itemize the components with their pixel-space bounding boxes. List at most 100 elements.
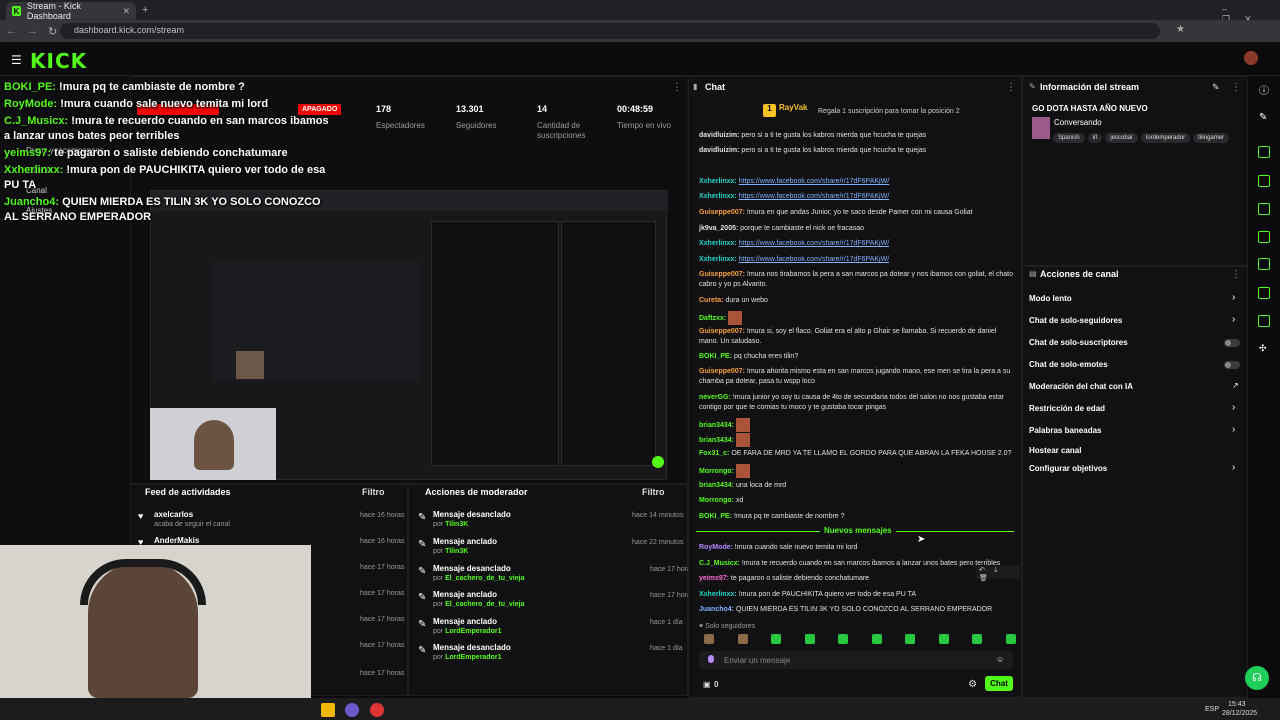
chat-username[interactable]: davidluizim: bbox=[699, 147, 739, 154]
emote-icon[interactable] bbox=[771, 634, 781, 644]
chat-username[interactable]: Xxherlinxx: bbox=[699, 178, 737, 185]
chat-username[interactable]: davidluizim: bbox=[699, 132, 739, 139]
mod-username[interactable]: El_cachero_de_tu_vieja bbox=[445, 601, 524, 608]
chat-message-new[interactable]: Xxherlinxx: !mura pon de PAUCHIKITA quie… bbox=[699, 590, 1014, 600]
chat-username[interactable]: neverGG: bbox=[699, 394, 731, 401]
smiley-icon[interactable]: ☺ bbox=[996, 655, 1004, 664]
emote-icon[interactable] bbox=[804, 634, 815, 644]
chat-username[interactable]: Daftzxx: bbox=[699, 315, 726, 322]
gift-prompt[interactable]: Regala 1 suscripción para tomar la posic… bbox=[818, 108, 960, 115]
chat-message[interactable]: Fox31_c: OE FARA DE MRD YA TE LLAMO EL G… bbox=[699, 449, 1014, 459]
chat-message[interactable]: Xxherlinxx: https://www.facebook.com/sha… bbox=[699, 255, 1014, 265]
chat-username[interactable]: Morrongo: bbox=[699, 468, 734, 475]
forward-icon[interactable]: → bbox=[27, 25, 38, 37]
chat-username[interactable]: C.J_Musicx: bbox=[699, 560, 740, 567]
emote-icon[interactable] bbox=[972, 634, 982, 644]
chat-username[interactable]: brian3434: bbox=[699, 437, 734, 444]
channel-action-item[interactable]: Palabras baneadas bbox=[1029, 426, 1101, 435]
back-icon[interactable]: ← bbox=[6, 25, 17, 37]
mod-filter-button[interactable]: Filtro bbox=[642, 487, 665, 497]
chat-username[interactable]: Guiseppe007: bbox=[699, 209, 745, 216]
chat-username[interactable]: Xxherlinxx: bbox=[699, 591, 737, 598]
stream-tag[interactable]: lordemperador bbox=[1141, 133, 1191, 143]
stream-tag[interactable]: irl bbox=[1087, 133, 1103, 143]
new-tab-icon[interactable]: + bbox=[142, 4, 148, 16]
chat-message[interactable]: Guiseppe007: !mura ahorita mismo esta en… bbox=[699, 367, 1014, 387]
chat-message[interactable]: brian3434: una loca de mrd bbox=[699, 481, 1014, 491]
emote-icon[interactable] bbox=[1005, 634, 1016, 644]
channel-action-item[interactable]: Configurar objetivos bbox=[1029, 464, 1107, 473]
channel-action-item[interactable]: Hostear canal bbox=[1029, 446, 1081, 455]
chat-username[interactable]: Xxherlinxx: bbox=[699, 240, 737, 247]
chat-message[interactable]: BOKI_PE: pq chucha eres tilin? bbox=[699, 352, 1014, 362]
emote-icon[interactable] bbox=[838, 634, 848, 644]
channel-action-item[interactable]: Moderación del chat con IA bbox=[1029, 382, 1133, 391]
chat-message[interactable]: Morrongo: xd bbox=[699, 496, 1014, 506]
channel-actions-options-icon[interactable]: ⋮ bbox=[1231, 269, 1241, 280]
hamburger-menu-icon[interactable]: ☰ bbox=[11, 53, 22, 67]
avatar[interactable] bbox=[1244, 51, 1258, 65]
chat-link[interactable]: https://www.facebook.com/share/r/17dF6PA… bbox=[739, 178, 889, 185]
chat-message-new[interactable]: C.J_Musicx: !mura te recuerdo cuando en … bbox=[699, 559, 1014, 569]
obs-icon[interactable] bbox=[370, 703, 384, 717]
bookmark-star-icon[interactable]: ★ bbox=[1176, 24, 1185, 35]
chat-message-new[interactable]: Juancho4: QUIEN MIERDA ES TILIN 3K YO SO… bbox=[699, 605, 1014, 615]
emote-icon[interactable] bbox=[871, 634, 882, 644]
chevron-right-icon[interactable]: › bbox=[1232, 462, 1235, 473]
feed-username[interactable]: AnderMakis bbox=[154, 536, 199, 545]
chat-message[interactable]: Morrongo: bbox=[699, 464, 1014, 478]
mod-username[interactable]: LordEmperador1 bbox=[445, 628, 501, 635]
screen-icon[interactable] bbox=[1258, 146, 1270, 158]
chat-message[interactable]: davidluizim: pero si a ti te gusta los k… bbox=[699, 146, 1014, 156]
emote-icon[interactable] bbox=[737, 634, 748, 644]
chat-username[interactable]: Guiseppe007: bbox=[699, 271, 745, 278]
chat-link[interactable]: https://www.facebook.com/share/r/17dF6PA… bbox=[739, 240, 889, 247]
reload-icon[interactable]: ↻ bbox=[48, 25, 57, 38]
chat-message[interactable]: Xxherlinxx: https://www.facebook.com/sha… bbox=[699, 239, 1014, 249]
chat-username[interactable]: BOKI_PE: bbox=[699, 513, 732, 520]
chat-message[interactable]: Cureta: dura un webo bbox=[699, 296, 1014, 306]
more-options-icon[interactable]: ⋮ bbox=[672, 82, 682, 93]
chat-message[interactable]: brian3434: bbox=[699, 418, 1014, 432]
chevron-right-icon[interactable]: › bbox=[1232, 292, 1235, 303]
emote-picker-icon[interactable] bbox=[708, 655, 714, 663]
close-tab-icon[interactable]: ✕ bbox=[122, 6, 130, 17]
info-icon[interactable]: ⓘ bbox=[1259, 82, 1269, 97]
chat-link[interactable]: https://www.facebook.com/share/r/17dF6PA… bbox=[739, 193, 889, 200]
chat-message[interactable]: davidluizim: pero si a ti te gusta los k… bbox=[699, 131, 1014, 141]
stream-tag[interactable]: tilingamer bbox=[1193, 133, 1230, 143]
chat-username[interactable]: Cureta: bbox=[699, 297, 724, 304]
message-hover-actions[interactable]: ↶⇣🗑 bbox=[976, 566, 1020, 582]
kick-logo[interactable]: KICK bbox=[30, 49, 87, 73]
app-icon[interactable] bbox=[345, 703, 359, 717]
chat-username[interactable]: Guiseppe007: bbox=[699, 368, 745, 375]
chevron-right-icon[interactable]: › bbox=[1232, 402, 1235, 413]
chat-message[interactable]: Guiseppe007: !mura en que andas Junior, … bbox=[699, 208, 1014, 218]
chat-bubble-icon[interactable] bbox=[1258, 231, 1270, 243]
url-field[interactable]: dashboard.kick.com/stream bbox=[60, 23, 1160, 39]
chat-options-icon[interactable]: ⋮ bbox=[1006, 82, 1016, 93]
nodes-icon[interactable]: ✣ bbox=[1259, 343, 1267, 354]
send-chat-button[interactable]: Chat bbox=[985, 676, 1013, 691]
code-icon[interactable] bbox=[1258, 258, 1270, 270]
feed-username[interactable]: axelcarlos bbox=[154, 510, 193, 519]
toggle-switch[interactable] bbox=[1224, 361, 1240, 369]
chat-message[interactable]: Xxherlinxx: https://www.facebook.com/sha… bbox=[699, 192, 1014, 202]
chat-message[interactable]: neverGG: !mura junior yo soy tu causa de… bbox=[699, 393, 1014, 413]
channel-action-item[interactable]: Restricción de edad bbox=[1029, 404, 1105, 413]
chevron-right-icon[interactable]: › bbox=[1232, 314, 1235, 325]
mod-username[interactable]: Tilin3K bbox=[445, 521, 468, 528]
chevron-right-icon[interactable]: › bbox=[1232, 424, 1235, 435]
emote-icon[interactable] bbox=[938, 634, 949, 644]
chat-username[interactable]: Xxherlinxx: bbox=[699, 193, 737, 200]
chat-settings-gear-icon[interactable]: ⚙ bbox=[968, 679, 977, 690]
chat-message[interactable]: jk9va_2005: porque te cambiaste el nick … bbox=[699, 224, 1014, 234]
mod-username[interactable]: LordEmperador1 bbox=[445, 654, 501, 661]
chat-message-new[interactable]: yeims97: te pagaron o saliste debiendo c… bbox=[699, 574, 1014, 584]
edit-stream-icon[interactable]: ✎ bbox=[1212, 82, 1220, 93]
toggle-switch[interactable] bbox=[1224, 339, 1240, 347]
channel-action-item[interactable]: Chat de solo-seguidores bbox=[1029, 316, 1122, 325]
wrench-icon[interactable] bbox=[1258, 315, 1270, 327]
stream-tag[interactable]: Spanish bbox=[1053, 133, 1085, 143]
stream-tag[interactable]: jescobar bbox=[1105, 133, 1139, 143]
